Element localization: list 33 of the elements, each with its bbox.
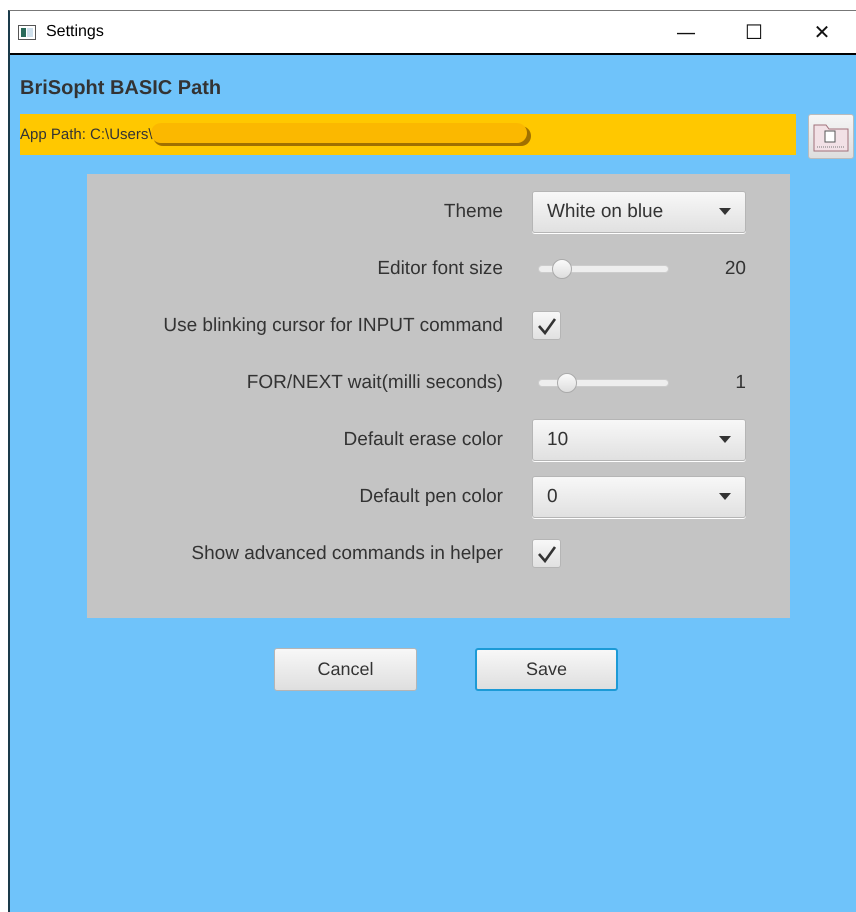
dropdown[interactable]: White on blue (532, 190, 746, 232)
caret-icon (719, 493, 731, 500)
setting-label: Default pen color (359, 486, 503, 508)
slider-value: 20 (724, 258, 746, 280)
dropdown[interactable]: 10 (532, 418, 746, 460)
slider-thumb[interactable] (556, 372, 577, 392)
maximize-button[interactable]: ☐ (720, 11, 788, 53)
dialog-button[interactable]: Save (475, 648, 618, 691)
setting-label: FOR/NEXT wait(milli seconds) (246, 372, 503, 394)
check-icon (536, 544, 556, 562)
slider-value: 1 (735, 372, 746, 394)
setting-label: Use blinking cursor for INPUT command (163, 314, 503, 336)
section-heading: BriSopht BASIC Path (20, 77, 222, 100)
slider[interactable] (538, 258, 669, 278)
checkbox[interactable] (532, 539, 561, 568)
caret-icon (719, 436, 731, 443)
window-title: Settings (46, 23, 105, 41)
setting-label: Default erase color (344, 428, 503, 450)
dialog-button[interactable]: Cancel (274, 648, 417, 691)
slider-thumb[interactable] (552, 258, 572, 278)
setting-label: Show advanced commands in helper (191, 542, 503, 564)
setting-label: Editor font size (377, 258, 503, 280)
checkbox[interactable] (532, 311, 561, 340)
caret-icon (719, 208, 731, 215)
dropdown[interactable]: 0 (532, 476, 746, 518)
app-icon (18, 24, 36, 40)
minimize-button[interactable]: — (652, 11, 720, 53)
close-button[interactable]: ✕ (788, 11, 856, 53)
folder-button[interactable] (808, 114, 854, 159)
setting-label: Theme (444, 200, 503, 222)
path-label: App Path: C:\Users\ (20, 126, 153, 143)
check-icon (536, 316, 556, 334)
slider[interactable] (538, 372, 669, 392)
